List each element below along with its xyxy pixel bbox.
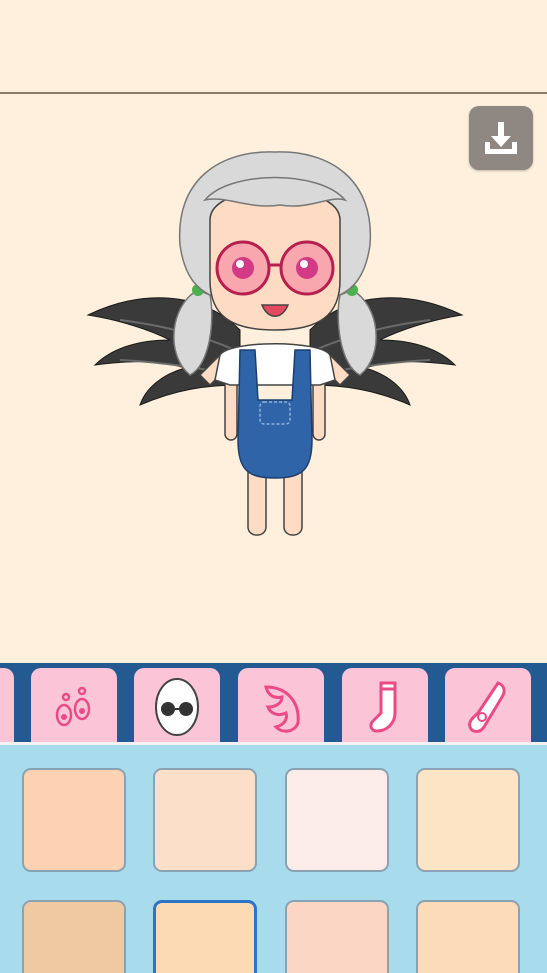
tab-shoes[interactable] — [445, 668, 531, 743]
swatch-8[interactable] — [416, 900, 520, 973]
swatch-7[interactable] — [285, 900, 389, 973]
swatch-6[interactable] — [153, 900, 257, 973]
tab-earrings[interactable] — [31, 668, 117, 743]
tab-glasses[interactable] — [134, 668, 220, 743]
tab-wings[interactable] — [238, 668, 324, 743]
category-tab-bar — [0, 663, 547, 743]
tab-socks[interactable] — [342, 668, 428, 743]
sock-icon — [369, 681, 397, 733]
tab-partial[interactable] — [0, 668, 14, 743]
earrings-icon — [55, 686, 91, 727]
swatch-4[interactable] — [416, 768, 520, 872]
head — [202, 176, 348, 331]
swatch-2[interactable] — [153, 768, 257, 872]
download-button[interactable] — [469, 106, 533, 170]
top-bar — [0, 0, 547, 94]
download-icon — [485, 122, 517, 154]
color-swatch-panel — [0, 745, 547, 973]
shoe-icon — [468, 681, 506, 733]
face-glasses-icon — [155, 678, 199, 736]
wing-icon — [264, 685, 300, 733]
body — [198, 343, 352, 536]
swatch-3[interactable] — [285, 768, 389, 872]
swatch-1[interactable] — [22, 768, 126, 872]
chibi-character[interactable] — [80, 140, 470, 550]
swatch-5[interactable] — [22, 900, 126, 973]
